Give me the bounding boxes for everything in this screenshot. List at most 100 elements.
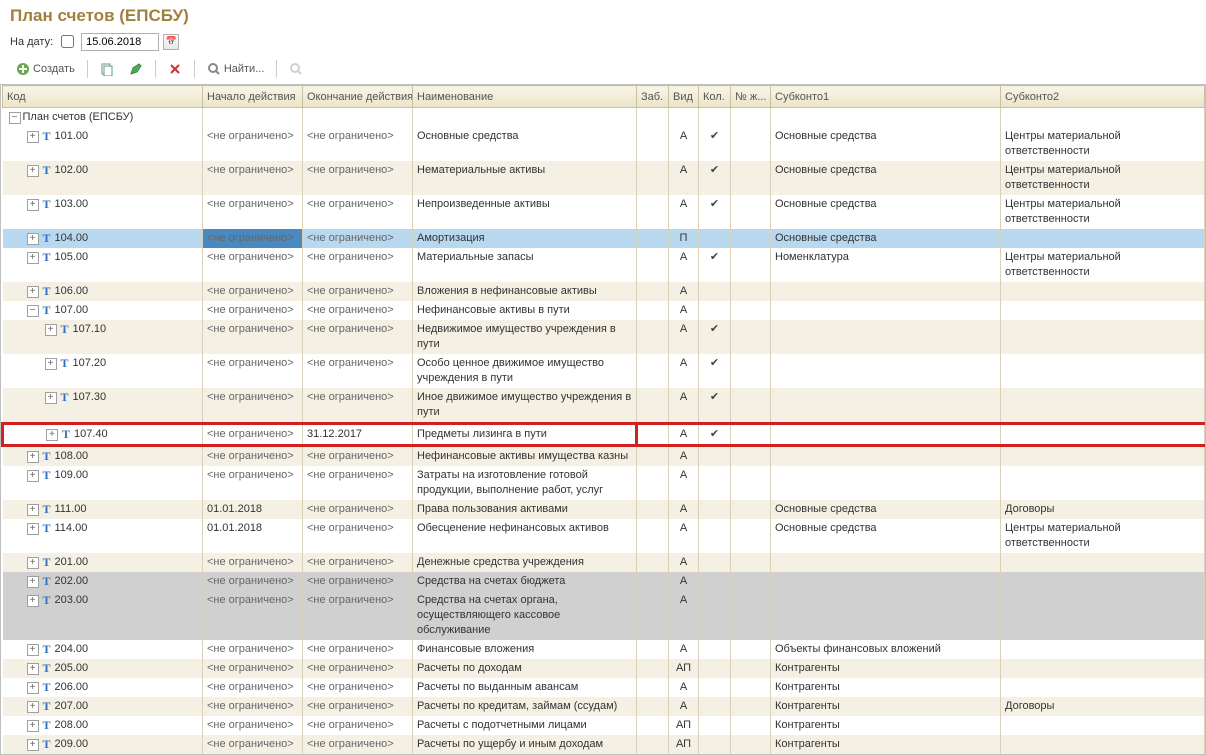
check-icon: ✔: [710, 130, 719, 142]
table-row[interactable]: +T111.0001.01.2018<не ограничено>Права п…: [3, 500, 1205, 519]
table-row[interactable]: +T202.00<не ограничено><не ограничено>Ср…: [3, 572, 1205, 591]
table-row[interactable]: −T107.00<не ограничено><не ограничено>Не…: [3, 301, 1205, 320]
start-text: <не ограничено>: [207, 304, 294, 316]
edit-button[interactable]: [123, 59, 149, 79]
sub1-text: Основные средства: [775, 130, 877, 142]
name-text: Нефинансовые активы имущества казны: [417, 450, 628, 462]
table-row[interactable]: +T208.00<не ограничено><не ограничено>Ра…: [3, 716, 1205, 735]
col-nzh[interactable]: № ж...: [731, 86, 771, 108]
table-row[interactable]: +T209.00<не ограничено><не ограничено>Ра…: [3, 735, 1205, 754]
expand-icon[interactable]: +: [27, 663, 39, 675]
name-text: Расчеты по доходам: [417, 662, 522, 674]
end-text: <не ограничено>: [307, 285, 394, 297]
start-text: 01.01.2018: [207, 503, 262, 515]
name-text: Средства на счетах органа, осуществляюще…: [417, 594, 560, 636]
copy-button[interactable]: [94, 59, 120, 79]
sub1-text: Объекты финансовых вложений: [775, 643, 941, 655]
expand-icon[interactable]: +: [27, 557, 39, 569]
date-checkbox[interactable]: [61, 35, 74, 48]
expand-icon[interactable]: +: [45, 392, 57, 404]
expand-icon[interactable]: +: [27, 523, 39, 535]
table-row[interactable]: +T201.00<не ограничено><не ограничено>Де…: [3, 553, 1205, 572]
account-icon: T: [41, 593, 53, 608]
col-end[interactable]: Окончание действия: [303, 86, 413, 108]
table-row[interactable]: +T205.00<не ограничено><не ограничено>Ра…: [3, 659, 1205, 678]
expand-icon[interactable]: +: [45, 324, 57, 336]
expand-icon[interactable]: +: [27, 233, 39, 245]
end-text: 31.12.2017: [307, 428, 362, 440]
expand-icon[interactable]: +: [27, 576, 39, 588]
table-row[interactable]: +T103.00<не ограничено><не ограничено>Не…: [3, 195, 1205, 229]
code-text: 107.00: [55, 303, 89, 318]
col-zab[interactable]: Заб.: [637, 86, 669, 108]
table-row[interactable]: +T104.00<не ограничено><не ограничено>Ам…: [3, 229, 1205, 248]
create-button[interactable]: Создать: [10, 59, 81, 79]
sub2-text: Договоры: [1005, 700, 1054, 712]
account-icon: T: [41, 699, 53, 714]
delete-button[interactable]: [162, 59, 188, 79]
tree-root-row[interactable]: −План счетов (ЕПСБУ): [3, 108, 1205, 128]
expand-icon[interactable]: +: [27, 644, 39, 656]
expand-icon[interactable]: +: [27, 131, 39, 143]
table-row[interactable]: +T102.00<не ограничено><не ограничено>Не…: [3, 161, 1205, 195]
expand-icon[interactable]: +: [27, 682, 39, 694]
table-row[interactable]: +T204.00<не ограничено><не ограничено>Фи…: [3, 640, 1205, 659]
table-row[interactable]: +T107.10<не ограничено><не ограничено>Не…: [3, 320, 1205, 354]
table-row[interactable]: +T101.00<не ограничено><не ограничено>Ос…: [3, 127, 1205, 161]
expand-icon[interactable]: +: [45, 358, 57, 370]
col-kol[interactable]: Кол.: [699, 86, 731, 108]
sub1-text: Номенклатура: [775, 251, 849, 263]
account-icon: T: [60, 427, 72, 442]
expand-icon[interactable]: +: [27, 504, 39, 516]
expand-icon[interactable]: +: [27, 595, 39, 607]
code-text: 107.40: [74, 427, 108, 442]
expand-icon[interactable]: +: [27, 470, 39, 482]
clear-filter-button[interactable]: [283, 59, 309, 79]
table-row[interactable]: +T108.00<не ограничено><не ограничено>Не…: [3, 446, 1205, 467]
accounts-table: Код Начало действия Окончание действия Н…: [0, 84, 1206, 755]
table-row[interactable]: +T206.00<не ограничено><не ограничено>Ра…: [3, 678, 1205, 697]
find-button[interactable]: Найти...: [201, 59, 271, 79]
col-sub2[interactable]: Субконто2: [1001, 86, 1205, 108]
account-icon: T: [41, 231, 53, 246]
expand-icon[interactable]: +: [27, 701, 39, 713]
code-text: 107.10: [73, 322, 107, 337]
account-icon: T: [41, 680, 53, 695]
col-start[interactable]: Начало действия: [203, 86, 303, 108]
expand-icon[interactable]: +: [27, 286, 39, 298]
table-row[interactable]: +T203.00<не ограничено><не ограничено>Ср…: [3, 591, 1205, 640]
table-row[interactable]: +T106.00<не ограничено><не ограничено>Вл…: [3, 282, 1205, 301]
vid-text: А: [680, 357, 687, 369]
expand-icon[interactable]: +: [27, 252, 39, 264]
vid-text: А: [680, 251, 687, 263]
collapse-icon[interactable]: −: [9, 112, 21, 124]
col-sub1[interactable]: Субконто1: [771, 86, 1001, 108]
start-text: <не ограничено>: [207, 198, 294, 210]
vid-text: АП: [676, 738, 691, 750]
account-icon: T: [41, 284, 53, 299]
col-name[interactable]: Наименование: [413, 86, 637, 108]
table-row[interactable]: +T105.00<не ограничено><не ограничено>Ма…: [3, 248, 1205, 282]
expand-icon[interactable]: −: [27, 305, 39, 317]
expand-icon[interactable]: +: [27, 199, 39, 211]
table-row[interactable]: +T114.0001.01.2018<не ограничено>Обесцен…: [3, 519, 1205, 553]
col-code[interactable]: Код: [3, 86, 203, 108]
expand-icon[interactable]: +: [27, 165, 39, 177]
code-text: 208.00: [55, 718, 89, 733]
table-header: Код Начало действия Окончание действия Н…: [3, 86, 1205, 108]
table-row[interactable]: +T109.00<не ограничено><не ограничено>За…: [3, 466, 1205, 500]
end-text: <не ограничено>: [307, 503, 394, 515]
end-text: <не ограничено>: [307, 198, 394, 210]
expand-icon[interactable]: +: [27, 451, 39, 463]
col-vid[interactable]: Вид: [669, 86, 699, 108]
table-row[interactable]: +T107.40<не ограничено>31.12.2017Предмет…: [3, 424, 1205, 446]
expand-icon[interactable]: +: [27, 739, 39, 751]
date-input[interactable]: [81, 33, 159, 51]
table-row[interactable]: +T107.30<не ограничено><не ограничено>Ин…: [3, 388, 1205, 424]
delete-icon: [168, 62, 182, 76]
date-picker-icon[interactable]: 📅: [163, 34, 179, 50]
expand-icon[interactable]: +: [46, 429, 58, 441]
table-row[interactable]: +T107.20<не ограничено><не ограничено>Ос…: [3, 354, 1205, 388]
expand-icon[interactable]: +: [27, 720, 39, 732]
table-row[interactable]: +T207.00<не ограничено><не ограничено>Ра…: [3, 697, 1205, 716]
